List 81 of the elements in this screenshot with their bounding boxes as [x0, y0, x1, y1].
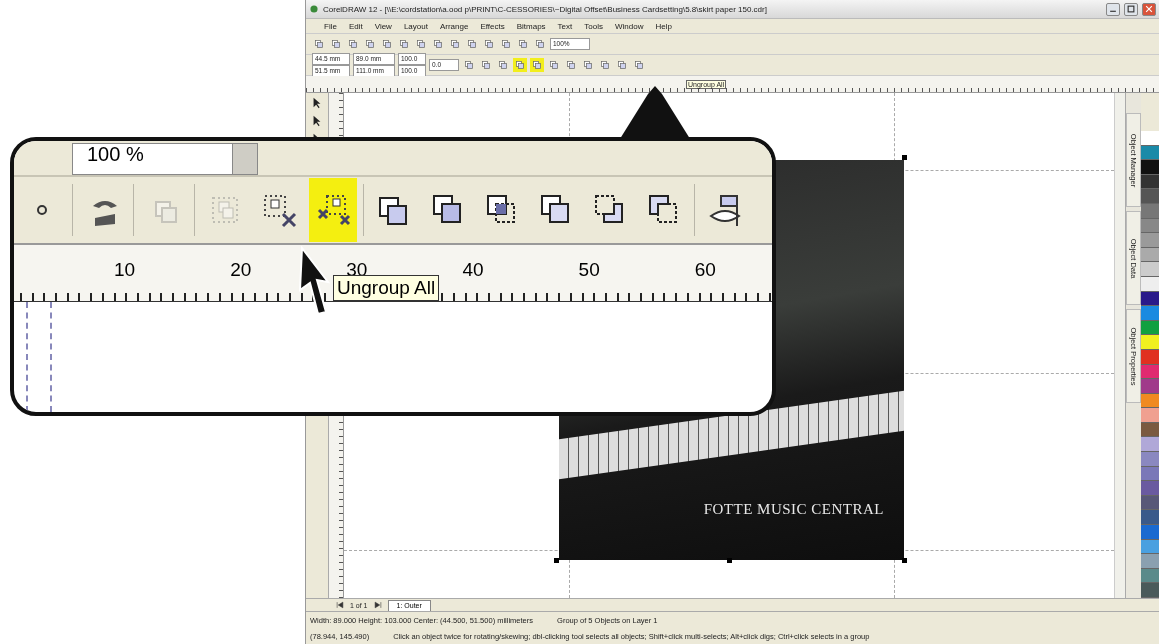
color-swatch[interactable]: [1141, 131, 1159, 146]
menu-item[interactable]: Edit: [348, 21, 363, 31]
color-swatch[interactable]: [1141, 525, 1159, 540]
selection-handle[interactable]: [727, 558, 732, 563]
color-swatch[interactable]: [1141, 262, 1159, 277]
squares-icon: [348, 39, 358, 49]
circle-icon: [37, 205, 47, 215]
squares-icon: [498, 60, 508, 70]
color-swatch[interactable]: [1141, 481, 1159, 496]
maximize-icon: [1127, 5, 1135, 13]
squares-icon: [583, 60, 593, 70]
selection-handle[interactable]: [902, 155, 907, 160]
menu-item[interactable]: Tools: [584, 21, 603, 31]
maximize-button[interactable]: [1124, 2, 1138, 16]
selection-handle[interactable]: [554, 558, 559, 563]
menu-item[interactable]: Effects: [480, 21, 505, 31]
ruler-label: 10: [114, 259, 136, 281]
minimize-button[interactable]: [1106, 2, 1120, 16]
menu-item[interactable]: View: [374, 21, 392, 31]
squares-icon: [382, 39, 392, 49]
squares-icon: [549, 60, 559, 70]
color-swatch[interactable]: [1141, 335, 1159, 350]
color-swatch[interactable]: [1141, 189, 1159, 204]
squares-icon: [535, 39, 545, 49]
squares-icon: [464, 60, 474, 70]
color-swatch[interactable]: [1141, 583, 1159, 598]
squares-icon: [481, 60, 491, 70]
squares-icon: [331, 39, 341, 49]
dropdown-button[interactable]: [232, 144, 257, 174]
squares-icon: [634, 60, 644, 70]
window-title: CorelDRAW 12 - [\\E:\cordstation\a.ood p\PRINT\C-CESSORIES\~Digital Offset\Business Cardsetting\5.8\skirt paper 150.cdr]: [323, 4, 768, 14]
ungroup-icon: [261, 192, 297, 228]
squares-icon: [501, 39, 511, 49]
color-swatch[interactable]: [1141, 306, 1159, 321]
zoom-field[interactable]: 100 %: [72, 143, 258, 175]
ruler-label: 60: [694, 259, 716, 281]
color-swatch[interactable]: [1141, 233, 1159, 248]
color-swatch[interactable]: [1141, 554, 1159, 569]
squares-icon: [467, 39, 477, 49]
squares-icon: [365, 39, 375, 49]
close-button[interactable]: [1142, 2, 1156, 16]
tooltip: Ungroup All: [333, 275, 440, 301]
toolbar-button[interactable]: [309, 178, 357, 242]
close-icon: [1145, 5, 1153, 13]
ruler-label: 50: [578, 259, 600, 281]
menu-item[interactable]: File: [324, 21, 337, 31]
vertical-scrollbar[interactable]: [1114, 93, 1125, 598]
color-swatch[interactable]: [1141, 379, 1159, 394]
menu-item[interactable]: Window: [614, 21, 644, 31]
menu-item[interactable]: Bitmaps: [516, 21, 546, 31]
menu-item[interactable]: Arrange: [439, 21, 469, 31]
app-icon: [309, 4, 319, 14]
pointer-icon: [311, 97, 323, 109]
squares-icon: [416, 39, 426, 49]
squares-icon: [566, 60, 576, 70]
color-swatch[interactable]: [1141, 437, 1159, 453]
poster-heading: FOTTE MUSIC CENTRAL: [703, 501, 884, 518]
pointer-icon: [311, 115, 323, 127]
squares-icon: [532, 60, 542, 70]
ungroup-all-icon: [315, 192, 351, 228]
ruler-label: 20: [230, 259, 252, 281]
color-swatch[interactable]: [1141, 510, 1159, 526]
color-swatch[interactable]: [1141, 452, 1159, 467]
selection-handle[interactable]: [902, 558, 907, 563]
menu-item[interactable]: Help: [655, 21, 672, 31]
squares-icon: [617, 60, 627, 70]
menu-item[interactable]: Layout: [403, 21, 428, 31]
squares-icon: [518, 39, 528, 49]
ruler-label: 40: [462, 259, 484, 281]
squares-icon: [450, 39, 460, 49]
last-page-icon: [373, 601, 382, 609]
squares-icon: [314, 39, 324, 49]
first-page-icon: [336, 601, 344, 609]
squares-icon: [484, 39, 494, 49]
squares-icon: [600, 60, 610, 70]
color-swatch[interactable]: [1141, 160, 1159, 175]
squares-icon: [399, 39, 409, 49]
color-swatch[interactable]: [1141, 408, 1159, 423]
squares-icon: [433, 39, 443, 49]
squares-icon: [515, 60, 525, 70]
menu-item[interactable]: Text: [557, 21, 573, 31]
